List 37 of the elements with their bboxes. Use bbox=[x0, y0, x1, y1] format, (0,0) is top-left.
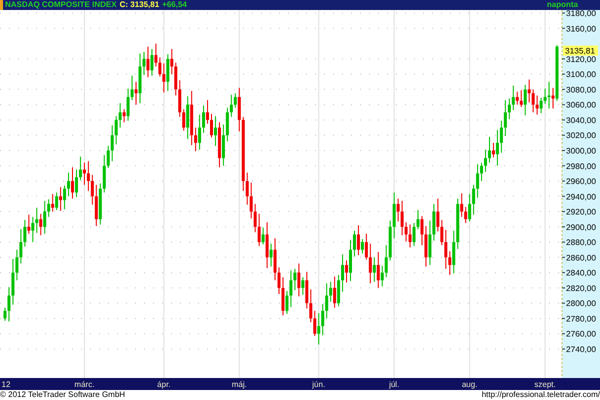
axis-label: 2760,00 bbox=[566, 330, 595, 339]
axis-label: 2920,00 bbox=[566, 208, 595, 217]
axis-label: márc. bbox=[74, 380, 94, 389]
axis-label: 3020,00 bbox=[566, 131, 595, 140]
axis-label: 3080,00 bbox=[566, 85, 595, 94]
axis-label: 3100,00 bbox=[566, 70, 595, 80]
axis-label: 3180,00 bbox=[566, 10, 595, 18]
axis-label: 3000,00 bbox=[566, 146, 595, 156]
axis-label: 2980,00 bbox=[566, 162, 595, 171]
axis-label: 3060,00 bbox=[566, 100, 595, 110]
axis-label: 2740,00 bbox=[566, 345, 595, 354]
axis-label: 2820,00 bbox=[566, 284, 595, 293]
price-change: +66,54 bbox=[162, 1, 187, 9]
axis-label: júl. bbox=[389, 380, 400, 389]
price-tag: 3135,81 bbox=[563, 46, 598, 56]
close-price: C: 3135,81 bbox=[120, 1, 160, 9]
axis-label: 2900,00 bbox=[566, 222, 595, 232]
axis-label: máj. bbox=[232, 380, 247, 389]
axis-label: 3120,00 bbox=[566, 54, 595, 64]
copyright-text: © 2012 TeleTrader Software GmbH bbox=[0, 391, 126, 399]
axis-label: 3040,00 bbox=[566, 116, 595, 125]
axis-label: 2800,00 bbox=[566, 299, 595, 308]
axis-label: 2780,00 bbox=[566, 314, 595, 324]
axis-label: 3160,00 bbox=[566, 24, 595, 34]
axis-label: 2860,00 bbox=[566, 253, 595, 262]
axis-label: ápr. bbox=[157, 380, 171, 389]
axis-label: szept. bbox=[534, 380, 556, 389]
axis-label: aug. bbox=[462, 380, 478, 389]
website-link[interactable]: http://professional.teletrader.com/ bbox=[482, 391, 600, 399]
axis-label: 2960,00 bbox=[566, 177, 595, 186]
axis-label: jún. bbox=[312, 380, 326, 389]
axis-label: 2940,00 bbox=[566, 192, 595, 202]
interval-label: naponta bbox=[546, 1, 578, 9]
axis-label: 2840,00 bbox=[566, 268, 595, 278]
index-title: NASDAQ COMPOSITE INDEX bbox=[5, 1, 117, 9]
axis-label: 2880,00 bbox=[566, 238, 595, 248]
axis-label: 12 bbox=[2, 380, 10, 389]
